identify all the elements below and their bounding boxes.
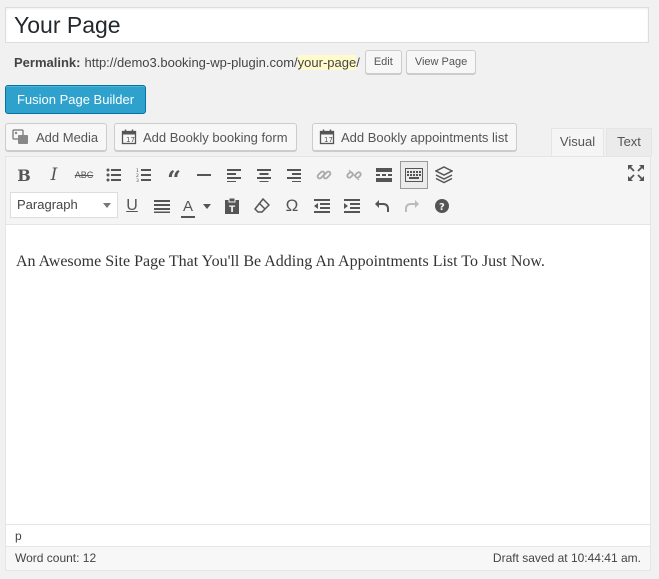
permalink-slug: your-page — [297, 54, 357, 70]
fullscreen-icon[interactable] — [628, 165, 644, 181]
add-bookly-appointments-list-label: Add Bookly appointments list — [341, 129, 508, 145]
format-select[interactable]: Paragraph — [10, 192, 118, 218]
svg-text:3: 3 — [136, 178, 139, 182]
add-media-button[interactable]: Add Media — [5, 123, 108, 151]
svg-text:17: 17 — [126, 136, 135, 144]
link-icon[interactable] — [309, 160, 339, 190]
layers-icon[interactable] — [429, 160, 459, 190]
add-bookly-booking-form-button[interactable]: 17 Add Bookly booking form — [114, 123, 297, 151]
strikethrough-icon[interactable]: ABC — [69, 160, 99, 190]
chevron-down-icon — [103, 203, 111, 208]
status-bar: Word count: 12 Draft saved at 10:44:41 a… — [6, 546, 650, 570]
unlink-icon[interactable] — [339, 160, 369, 190]
editor-content[interactable]: An Awesome Site Page That You'll Be Addi… — [16, 253, 640, 271]
permalink-row: Permalink: http://demo3.booking-wp-plugi… — [14, 50, 477, 74]
draft-saved-status: Draft saved at 10:44:41 am. — [492, 551, 641, 565]
editor-toolbar: B I ABC 123 “ Paragraph U A T Ω ? — [6, 157, 650, 225]
toolbar-row-1: B I ABC 123 “ — [9, 160, 459, 192]
view-page-button[interactable]: View Page — [405, 50, 477, 74]
read-more-icon[interactable] — [369, 160, 399, 190]
tab-text[interactable]: Text — [606, 128, 652, 156]
special-character-icon[interactable]: Ω — [277, 191, 307, 221]
horizontal-rule-icon[interactable] — [189, 160, 219, 190]
svg-text:17: 17 — [324, 136, 333, 144]
svg-text:T: T — [229, 205, 236, 215]
toolbar-toggle-icon[interactable] — [400, 161, 428, 189]
undo-icon[interactable] — [367, 191, 397, 221]
permalink-suffix: / — [356, 54, 360, 70]
help-icon[interactable]: ? — [427, 191, 457, 221]
align-right-icon[interactable] — [279, 160, 309, 190]
calendar-icon: 17 — [121, 129, 137, 145]
align-center-icon[interactable] — [249, 160, 279, 190]
blockquote-icon[interactable]: “ — [159, 160, 189, 192]
fusion-page-builder-button[interactable]: Fusion Page Builder — [5, 85, 146, 114]
permalink-base: http://demo3.booking-wp-plugin.com/ — [84, 54, 298, 70]
paste-text-icon[interactable]: T — [217, 191, 247, 221]
media-icon — [12, 129, 30, 145]
align-left-icon[interactable] — [219, 160, 249, 190]
edit-permalink-button[interactable]: Edit — [364, 50, 402, 74]
word-count: Word count: 12 — [15, 551, 97, 565]
calendar-icon: 17 — [319, 129, 335, 145]
clear-formatting-icon[interactable] — [247, 191, 277, 221]
toolbar-row-2: U A T Ω ? — [117, 191, 457, 221]
format-select-value: Paragraph — [17, 197, 78, 212]
add-bookly-booking-form-label: Add Bookly booking form — [143, 129, 288, 145]
add-media-label: Add Media — [36, 129, 99, 145]
editor: B I ABC 123 “ Paragraph U A T Ω ? An Awe… — [5, 156, 651, 571]
outdent-icon[interactable] — [307, 191, 337, 221]
permalink-label: Permalink: — [14, 54, 81, 70]
underline-icon[interactable]: U — [117, 191, 147, 221]
element-path[interactable]: p — [6, 524, 650, 546]
title-input[interactable]: Your Page — [5, 7, 649, 43]
add-bookly-appointments-list-button[interactable]: 17 Add Bookly appointments list — [312, 123, 517, 151]
bold-icon[interactable]: B — [9, 160, 39, 190]
bullet-list-icon[interactable] — [99, 160, 129, 190]
text-color-icon[interactable]: A — [177, 191, 217, 221]
indent-icon[interactable] — [337, 191, 367, 221]
redo-icon[interactable] — [397, 191, 427, 221]
justify-icon[interactable] — [147, 191, 177, 221]
tab-visual[interactable]: Visual — [551, 128, 604, 157]
svg-text:?: ? — [439, 202, 445, 213]
italic-icon[interactable]: I — [39, 160, 69, 190]
numbered-list-icon[interactable]: 123 — [129, 160, 159, 190]
content-paragraph[interactable]: An Awesome Site Page That You'll Be Addi… — [16, 253, 640, 271]
